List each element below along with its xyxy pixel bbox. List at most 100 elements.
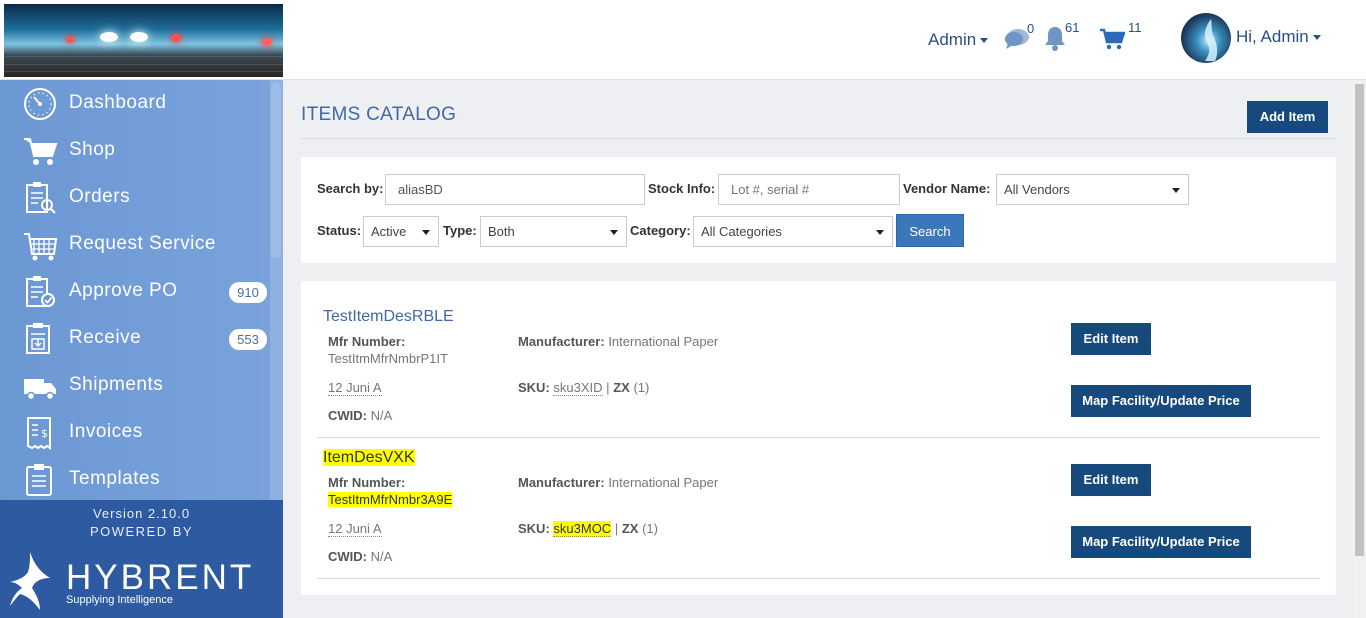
avatar[interactable] [1181,13,1231,63]
sidebar-item-approve-po[interactable]: Approve PO 910 [0,268,270,315]
search-by-label: Search by: [317,181,384,196]
separator: | [614,521,619,536]
type-value: Both [488,224,515,239]
sidebar-item-shop[interactable]: Shop [0,127,270,174]
edit-item-button[interactable]: Edit Item [1071,464,1151,496]
templates-icon [26,464,52,496]
manufacturer-value: International Paper [608,475,719,490]
sidebar-item-label: Request Service [69,233,216,254]
mfr-number-text: TestItmMfrNmbr3A9E [328,492,453,507]
add-item-button[interactable]: Add Item [1247,101,1328,133]
item-title-link[interactable]: TestItemDesRBLE [323,308,454,326]
sidebar-scrollbar-thumb[interactable] [271,82,281,258]
vendor-name-value: All Vendors [1004,182,1070,197]
search-button[interactable]: Search [896,214,964,247]
uom-qty: (1) [633,380,650,395]
invoice-icon: $ [27,417,51,450]
stock-info-input[interactable] [718,174,900,205]
unit-value-text: 12 Juni A [328,521,382,537]
map-facility-update-price-button[interactable]: Map Facility/Update Price [1071,385,1251,417]
cwid-value: N/A [370,408,393,423]
mfr-number-label: Mfr Number: [328,475,406,490]
vendor-name-select[interactable]: All Vendors [996,174,1189,205]
sidebar-item-templates[interactable]: Templates [0,456,270,503]
sidebar-item-label: Shop [69,139,116,160]
approve-po-icon [26,276,55,307]
sku-value[interactable]: sku3XID [553,380,603,396]
page-title: ITEMS CATALOG [301,104,457,125]
stock-info-label: Stock Info: [648,181,716,196]
item-divider [317,437,1320,438]
dropdown-arrow-icon [610,230,618,235]
receive-icon [26,323,50,354]
sidebar-item-label: Dashboard [69,92,167,113]
category-select[interactable]: All Categories [693,216,893,247]
status-value: Active [371,224,407,239]
bell-icon[interactable] [1043,25,1067,56]
svg-text:$: $ [41,427,48,440]
dashboard-icon [24,88,56,120]
unit-value-text: 12 Juni A [328,380,382,396]
sidebar-item-invoices[interactable]: $ Invoices [0,409,270,456]
top-header: Admin 0 61 11 Hi, Admin [0,0,1366,80]
admin-menu[interactable]: Admin [928,30,989,50]
request-service-icon [24,233,58,261]
brand-tagline: Supplying Intelligence [66,594,174,606]
uom-code: ZX [613,380,630,395]
item-title-link[interactable]: ItemDesVXK [323,449,415,467]
results-panel: TestItemDesRBLE Mfr Number: TestItmMfrNm… [301,281,1336,595]
cwid-field: CWID: N/A [328,408,392,423]
sidebar-menu: Dashboard Shop Orders Request Service Ap… [0,80,270,500]
sidebar-item-label: Shipments [69,374,164,395]
search-panel: Search by: Stock Info: Vendor Name: All … [301,157,1336,263]
sku-value[interactable]: sku3MOC [553,521,612,537]
sidebar-item-label: Templates [69,468,161,489]
title-divider [301,138,1336,139]
search-by-input[interactable] [385,174,645,205]
category-label: Category: [630,223,691,238]
sidebar-item-shipments[interactable]: Shipments [0,362,270,409]
uom-code: ZX [621,521,639,536]
manufacturer-label: Manufacturer: [518,475,605,490]
sku-field: SKU: sku3XID | ZX (1) [518,380,650,396]
sidebar-item-label: Receive [69,327,142,348]
sku-label: SKU: [518,521,550,536]
user-menu[interactable]: Hi, Admin [1236,27,1321,47]
edit-item-button[interactable]: Edit Item [1071,323,1151,355]
map-facility-update-price-button[interactable]: Map Facility/Update Price [1071,526,1251,558]
cwid-field: CWID: N/A [328,549,392,564]
sidebar-item-request-service[interactable]: Request Service [0,221,270,268]
status-label: Status: [317,223,362,238]
mfr-number-value: TestItmMfrNmbr3A9E [328,492,453,507]
dropdown-arrow-icon [422,230,430,235]
item-title-text: ItemDesVXK [323,449,415,466]
sidebar-item-receive[interactable]: Receive 553 [0,315,270,362]
mfr-number-field: Mfr Number: [328,475,405,490]
approve-po-count-badge: 910 [229,282,267,303]
main-content: ITEMS CATALOG Add Item Search by: Stock … [283,81,1353,618]
sidebar-item-label: Approve PO [69,280,178,301]
sidebar-item-orders[interactable]: Orders [0,174,270,221]
sidebar-item-dashboard[interactable]: Dashboard [0,80,270,127]
admin-menu-label: Admin [928,30,977,49]
page-scrollbar-thumb[interactable] [1355,84,1364,556]
cwid-value: N/A [370,549,393,564]
company-logo-image[interactable] [4,4,283,77]
status-select[interactable]: Active [363,216,439,247]
separator: | [606,380,610,395]
hybrent-bird-logo-icon [10,552,50,610]
mfr-number-label: Mfr Number: [328,334,406,349]
unit-value[interactable]: 12 Juni A [328,380,382,396]
item-divider [317,578,1320,579]
shopping-cart-icon[interactable] [1099,28,1126,55]
sku-field: SKU: sku3MOC | ZX (1) [518,521,658,537]
catalog-item: ItemDesVXK Mfr Number: TestItmMfrNmbr3A9… [317,447,1320,573]
unit-value[interactable]: 12 Juni A [328,521,382,537]
sidebar-footer: Version 2.10.0 POWERED BY HYBRENT Supply… [0,500,283,618]
sidebar-item-label: Invoices [69,421,143,442]
cwid-label: CWID: [328,549,367,564]
receive-count-badge: 553 [229,329,267,350]
mfr-number-value: TestItmMfrNmbrP1IT [328,351,448,366]
brand-name: HYBRENT [66,558,255,597]
type-select[interactable]: Both [480,216,627,247]
